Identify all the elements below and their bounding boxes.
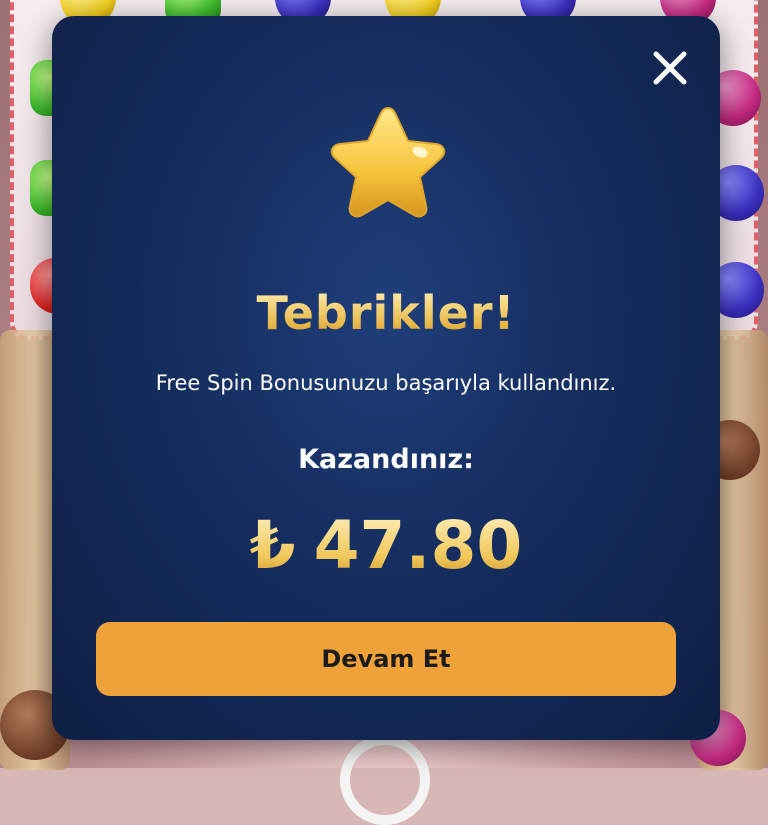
win-dialog: Tebrikler! Free Spin Bonusunuzu başarıyl… [52, 16, 720, 740]
continue-button[interactable]: Devam Et [96, 622, 676, 696]
close-icon [653, 51, 687, 85]
spin-button-ring [340, 735, 430, 825]
dialog-title: Tebrikler! [52, 286, 720, 340]
win-amount: ₺ 47.80 [52, 506, 720, 586]
star-icon [330, 106, 446, 218]
close-button[interactable] [650, 48, 690, 88]
bonus-message: Free Spin Bonusunuzu başarıyla kullandın… [155, 371, 617, 395]
amount-value: 47.80 [313, 507, 523, 584]
win-label: Kazandınız: [298, 444, 474, 475]
currency-symbol: ₺ [249, 507, 296, 584]
